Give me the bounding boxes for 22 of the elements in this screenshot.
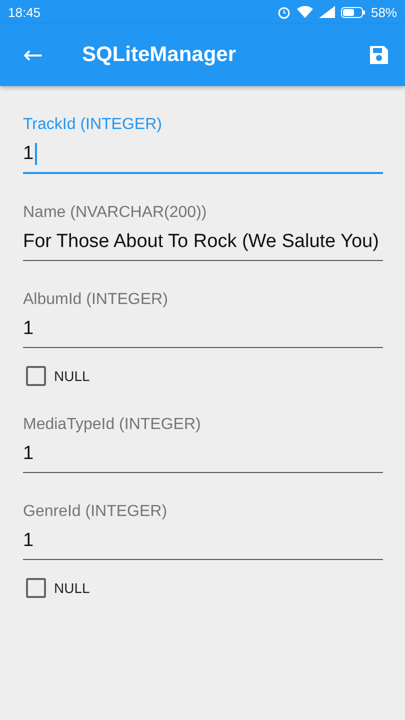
input-field[interactable]: 1	[23, 317, 383, 348]
save-button[interactable]	[367, 43, 391, 67]
input-field[interactable]: 1	[23, 529, 383, 560]
alarm-icon	[276, 5, 291, 19]
wifi-icon	[296, 6, 313, 18]
app-title: SQLiteManager	[82, 43, 238, 67]
field-label: GenreId (INTEGER)	[23, 503, 168, 521]
signal-icon	[318, 6, 335, 18]
checkbox-label: NULL	[54, 368, 90, 384]
null-checkbox[interactable]	[26, 366, 46, 386]
field-label: TrackId (INTEGER)	[23, 116, 163, 134]
field-label: AlbumId (INTEGER)	[23, 291, 169, 309]
checkbox-label: NULL	[54, 580, 90, 596]
battery-icon	[340, 6, 365, 18]
battery-level: 58%	[370, 4, 397, 20]
input-field[interactable]: 1	[23, 442, 383, 473]
clock: 18:45	[8, 4, 41, 20]
input-field[interactable]: For Those About To Rock (We Salute You)	[23, 230, 383, 261]
field-label: MediaTypeId (INTEGER)	[23, 416, 202, 434]
field-label: Name (NVARCHAR(200))	[23, 204, 208, 222]
null-checkbox[interactable]	[26, 578, 46, 598]
input-field[interactable]: 1	[23, 142, 383, 174]
